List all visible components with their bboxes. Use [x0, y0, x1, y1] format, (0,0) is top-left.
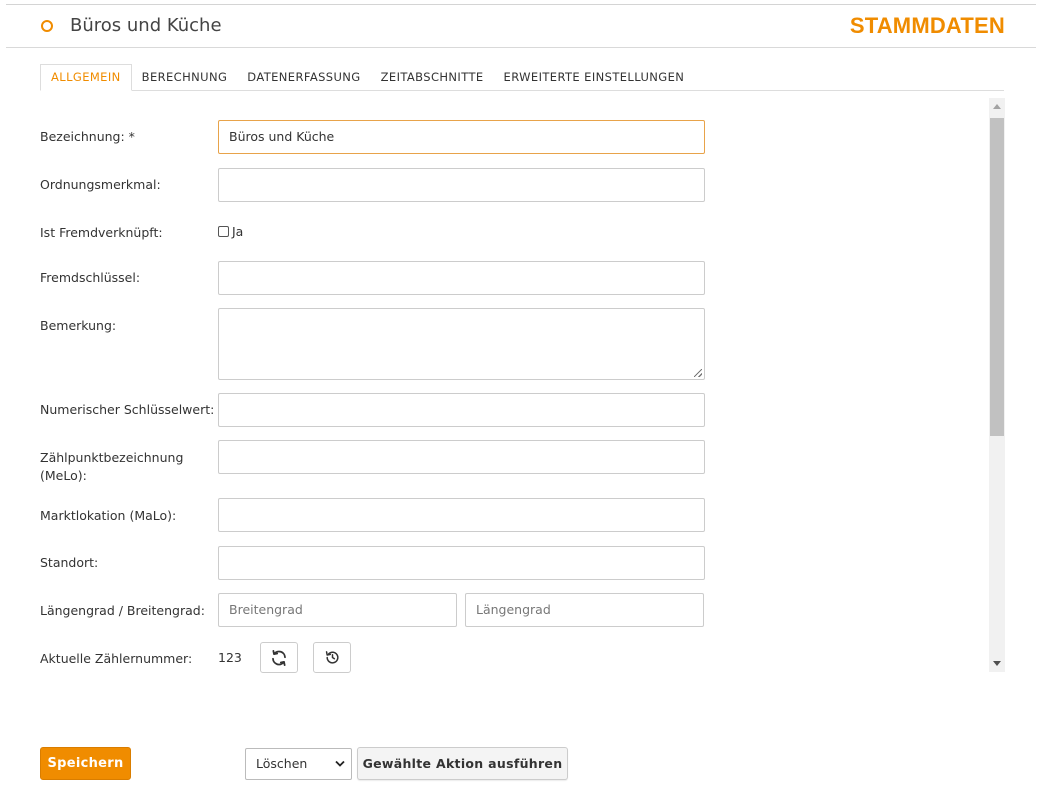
action-select-value: Löschen — [256, 756, 308, 771]
save-button[interactable]: Speichern — [40, 747, 131, 780]
chevron-down-icon — [335, 760, 345, 767]
ordnungsmerkmal-label: Ordnungsmerkmal: — [40, 177, 161, 192]
fremdverknuepft-checkbox[interactable] — [218, 226, 229, 237]
zaehlpunktbezeichnung-label-line1: Zählpunktbezeichnung — [40, 450, 184, 465]
geo-label: Längengrad / Breitengrad: — [40, 603, 205, 618]
fremdschluessel-input[interactable] — [218, 261, 705, 295]
circle-icon — [41, 20, 53, 32]
scroll-up-icon[interactable] — [993, 104, 1001, 109]
section-title: STAMMDATEN — [849, 13, 1005, 38]
fremdschluessel-label: Fremdschlüssel: — [40, 270, 141, 285]
zaehlernummer-value: 123 — [218, 650, 242, 665]
refresh-counter-button[interactable] — [260, 642, 298, 673]
bezeichnung-input[interactable]: Büros und Küche — [218, 120, 705, 154]
bezeichnung-label: Bezeichnung: * — [40, 129, 135, 144]
ordnungsmerkmal-input[interactable] — [218, 168, 705, 202]
tab-berechnung[interactable]: BERECHNUNG — [132, 64, 238, 91]
tab-zeitabschnitte[interactable]: ZEITABSCHNITTE — [371, 64, 494, 91]
page-title: Büros und Küche — [70, 15, 222, 36]
fremdverknuepft-checkbox-label[interactable]: Ja — [232, 224, 243, 239]
marktlokation-label: Marktlokation (MaLo): — [40, 508, 177, 523]
breitengrad-placeholder: Breitengrad — [229, 602, 303, 617]
numerischer-schluesselwert-label: Numerischer Schlüsselwert: — [40, 402, 215, 417]
tab-datenerfassung[interactable]: DATENERFASSUNG — [237, 64, 370, 91]
zaehlpunktbezeichnung-label: Zählpunktbezeichnung (MeLo): — [40, 449, 183, 485]
fremdverknuepft-option: Ja — [218, 224, 243, 239]
bemerkung-label: Bemerkung: — [40, 318, 117, 333]
execute-action-button[interactable]: Gewählte Aktion ausführen — [357, 747, 568, 780]
tab-allgemein[interactable]: ALLGEMEIN — [40, 64, 132, 91]
top-border — [6, 4, 1036, 5]
breitengrad-input[interactable]: Breitengrad — [218, 593, 457, 627]
laengengrad-placeholder: Längengrad — [476, 602, 551, 617]
refresh-icon — [272, 649, 286, 666]
action-select[interactable]: Löschen — [245, 748, 352, 780]
scroll-thumb[interactable] — [990, 118, 1004, 436]
numerischer-schluesselwert-input[interactable] — [218, 393, 705, 427]
standort-input[interactable] — [218, 546, 705, 580]
resize-grip-icon[interactable] — [694, 369, 702, 377]
fremdverknuepft-label: Ist Fremdverknüpft: — [40, 225, 163, 240]
tab-bar: ALLGEMEIN BERECHNUNG DATENERFASSUNG ZEIT… — [40, 64, 694, 91]
tab-erweiterte-einstellungen[interactable]: ERWEITERTE EINSTELLUNGEN — [494, 64, 695, 91]
header-divider — [6, 47, 1036, 48]
zaehlernummer-label: Aktuelle Zählernummer: — [40, 651, 193, 666]
standort-label: Standort: — [40, 555, 99, 570]
history-counter-button[interactable] — [313, 642, 351, 673]
zaehlpunktbezeichnung-label-line2: (MeLo): — [40, 468, 87, 483]
history-icon — [325, 651, 339, 664]
marktlokation-input[interactable] — [218, 498, 705, 532]
zaehlpunktbezeichnung-input[interactable] — [218, 440, 705, 474]
bemerkung-textarea[interactable] — [218, 308, 705, 380]
laengengrad-input[interactable]: Längengrad — [465, 593, 704, 627]
vertical-scrollbar[interactable] — [989, 98, 1005, 672]
scroll-down-icon[interactable] — [993, 661, 1001, 666]
